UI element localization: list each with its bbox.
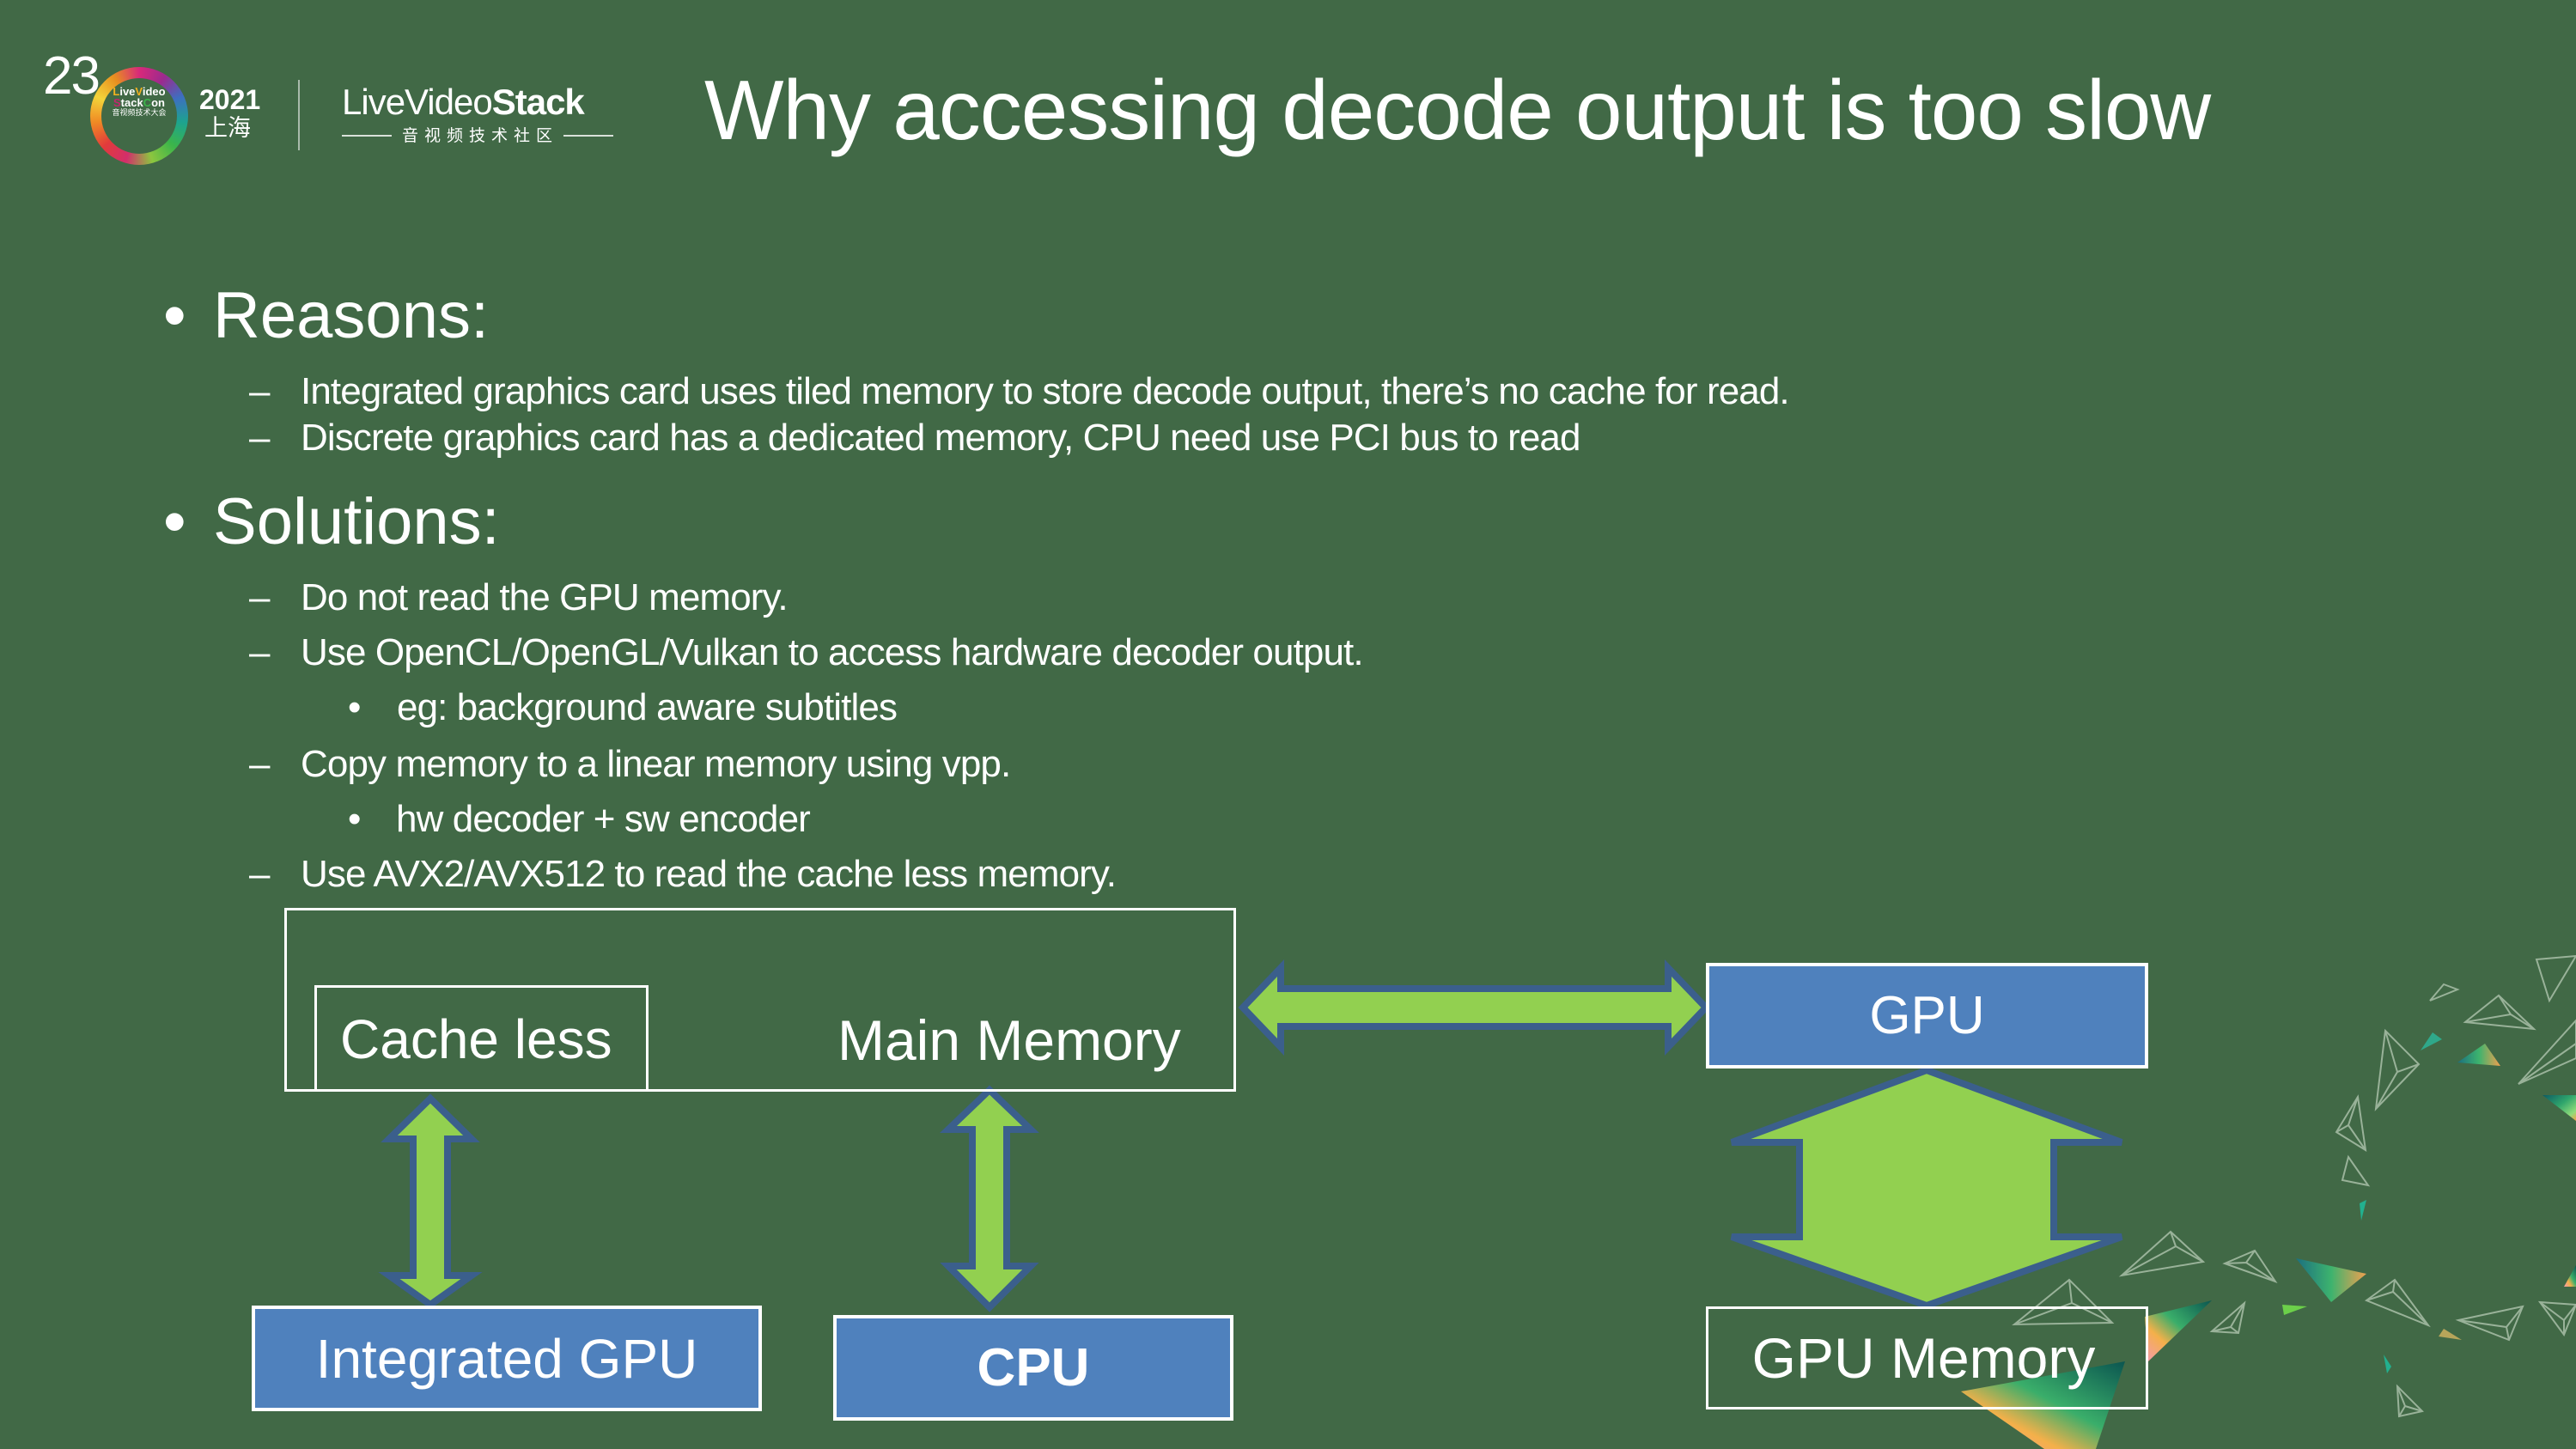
arrow-memory-gpu: [1238, 959, 1711, 1056]
decor-triangle: [2535, 954, 2576, 1003]
arrow-gpu-gpumemory: [1730, 1066, 2123, 1310]
arrow-cacheless-integratedgpu: [378, 1093, 483, 1309]
cpu-label: CPU: [977, 1337, 1090, 1397]
decor-shard: [2439, 1329, 2462, 1340]
decor-shard: [2543, 1095, 2576, 1121]
gpu-memory-label: GPU Memory: [1751, 1326, 2096, 1390]
decor-shard: [2384, 1355, 2391, 1373]
decor-shard: [2421, 1032, 2442, 1050]
decor-triangle: [2209, 1300, 2246, 1335]
decor-shard: [2296, 1258, 2366, 1302]
decor-triangle: [2364, 1278, 2431, 1328]
decor-triangle: [2455, 1305, 2524, 1342]
decor-shard: [2282, 1305, 2307, 1315]
integrated-gpu-box: Integrated GPU: [252, 1306, 762, 1411]
diagram-overlay: [378, 954, 2576, 1449]
decor-triangle-edge: [2366, 1279, 2429, 1326]
cache-less-label: Cache less: [340, 1008, 612, 1070]
decor-triangle: [2463, 994, 2536, 1031]
decor-shard: [2145, 1300, 2212, 1361]
decor-shard: [2564, 1265, 2576, 1287]
decor-triangle: [2429, 983, 2460, 1002]
decor-shard: [2360, 1200, 2366, 1221]
gpu-label: GPU: [1869, 985, 1985, 1045]
cpu-box: CPU: [833, 1315, 1233, 1421]
integrated-gpu-label: Integrated GPU: [315, 1327, 698, 1390]
decor-triangle-edge: [2518, 1043, 2576, 1085]
decor-triangle: [2341, 1154, 2371, 1187]
decor-triangle: [2335, 1094, 2367, 1152]
main-memory-label: Main Memory: [837, 1008, 1181, 1072]
gpu-memory-box: GPU Memory: [1706, 1306, 2148, 1409]
gpu-box: GPU: [1706, 963, 2148, 1068]
decor-shard: [2457, 1044, 2500, 1066]
arrow-memory-cpu: [940, 1085, 1039, 1312]
decor-triangle: [2518, 1019, 2576, 1085]
